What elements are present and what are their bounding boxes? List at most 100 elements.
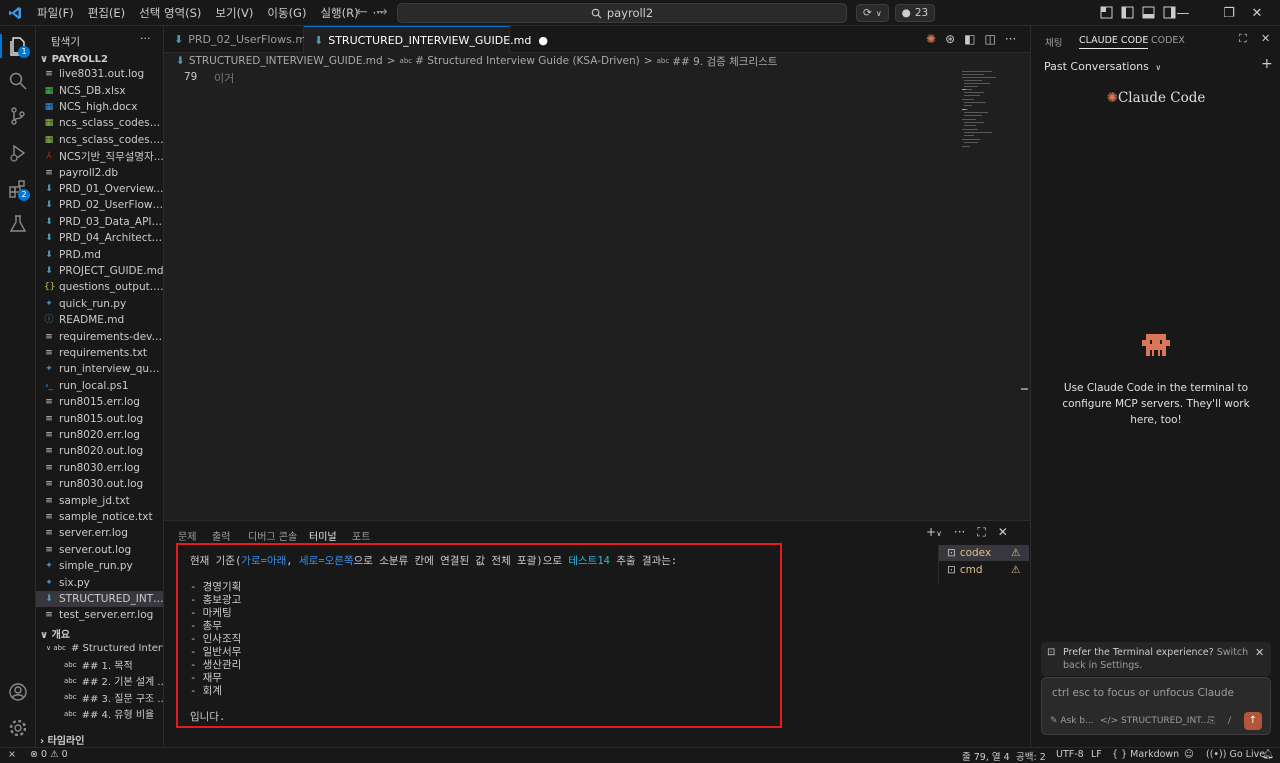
outline-item[interactable]: abc ## 4. 유형 비율 xyxy=(36,706,163,722)
maximize-icon[interactable]: ⛶ xyxy=(1239,32,1247,46)
menu-go[interactable]: 이동(G) xyxy=(260,0,313,26)
code-line[interactable]: 이거 xyxy=(214,70,234,86)
file-item[interactable]: ✦ simple_run.py xyxy=(36,558,163,574)
file-item[interactable]: ⬇ PRD_01_Overview.md xyxy=(36,181,163,197)
testing-flask-icon[interactable] xyxy=(8,214,28,234)
file-item[interactable]: ▦ ncs_sclass_codes_with... xyxy=(36,115,163,131)
file-item[interactable]: ≡ requirements-dev.txt xyxy=(36,328,163,344)
editor-scrollbar[interactable] xyxy=(1018,69,1028,516)
menu-file[interactable]: 파일(F) xyxy=(30,0,81,26)
panel-tab-debug-console[interactable]: 디버그 콘솔 xyxy=(248,528,297,543)
panel-tab-ports[interactable]: 포트 xyxy=(352,528,370,543)
prompt-input[interactable]: ctrl esc to focus or unfocus Claude xyxy=(1052,687,1234,699)
file-item[interactable]: ▦ ncs_sclass_codes.csv xyxy=(36,132,163,148)
file-item[interactable]: ≡ run8015.out.log xyxy=(36,410,163,426)
terminal-item-cmd[interactable]: ⊡ cmd ⚠ xyxy=(939,562,1029,578)
file-item[interactable]: ≡ test_server.err.log xyxy=(36,607,163,623)
claude-prompt-box[interactable]: ctrl esc to focus or unfocus Claude ✎ As… xyxy=(1041,677,1271,735)
file-item[interactable]: ≡ requirements.txt xyxy=(36,345,163,361)
file-item[interactable]: ⅄ NCS기반_직무설명자... xyxy=(36,148,163,164)
file-item[interactable]: ✦ quick_run.py xyxy=(36,296,163,312)
file-item[interactable]: ✦ run_interview_questio... xyxy=(36,361,163,377)
close-notice-icon[interactable]: ✕ xyxy=(1255,646,1264,659)
terminal-output-highlight[interactable]: 현재 기준(가로=아래, 세로=오른쪽으로 소분류 칸에 연결된 값 전체 포괄… xyxy=(176,543,782,728)
close-icon[interactable]: ✕ xyxy=(1261,32,1270,45)
problems-status[interactable]: ⊗ 0 ⚠ 0 xyxy=(30,749,68,760)
file-item[interactable]: ≡ run8020.out.log xyxy=(36,443,163,459)
new-terminal-icon[interactable]: +∨ xyxy=(926,525,942,540)
panel-tab-problems[interactable]: 문제 xyxy=(178,528,196,543)
project-folder-header[interactable]: ∨ PAYROLL2 xyxy=(40,54,108,65)
tab-claude-code[interactable]: CLAUDE CODE xyxy=(1079,35,1149,49)
file-item[interactable]: ≡ payroll2.db xyxy=(36,164,163,180)
close-window-button[interactable]: ✕ xyxy=(1234,0,1280,26)
unsaved-dot-icon[interactable]: ● xyxy=(538,34,548,47)
copilot-button[interactable]: ⟳ ∨ xyxy=(856,4,889,22)
layout-custom-icon[interactable] xyxy=(1100,6,1113,19)
file-item[interactable]: ⬇ PRD.md xyxy=(36,246,163,262)
scroll-thumb[interactable] xyxy=(1021,388,1028,390)
toggle-sidebar-icon[interactable] xyxy=(1121,6,1134,19)
command-center-search[interactable]: payroll2 xyxy=(397,3,847,23)
back-arrow-icon[interactable]: ← xyxy=(356,4,368,20)
menu-edit[interactable]: 편집(E) xyxy=(81,0,132,26)
indentation[interactable]: 공백: 2 xyxy=(1016,749,1046,763)
file-item[interactable]: ▦ NCS_high.docx xyxy=(36,99,163,115)
more-actions-icon[interactable]: ··· xyxy=(1005,32,1016,46)
outline-item[interactable]: ∨ abc # Structured Interv... xyxy=(36,640,163,656)
file-item[interactable]: {} questions_output.json xyxy=(36,279,163,295)
go-live-button[interactable]: ((•)) Go Live xyxy=(1206,749,1265,760)
remote-icon[interactable]: ⨯ xyxy=(8,749,16,760)
breadcrumb-heading-1[interactable]: # Structured Interview Guide (KSA-Driven… xyxy=(415,55,640,67)
maximize-panel-icon[interactable]: ⛶ xyxy=(977,525,985,540)
send-button[interactable]: ↑ xyxy=(1244,712,1262,730)
encoding[interactable]: UTF-8 xyxy=(1056,749,1084,760)
file-item[interactable]: ⓘ README.md xyxy=(36,312,163,328)
current-file-chip[interactable]: </> STRUCTURED_INT... xyxy=(1100,716,1209,726)
file-item[interactable]: ⬇ STRUCTURED_INTERVI... xyxy=(36,590,163,608)
menu-view[interactable]: 보기(V) xyxy=(208,0,260,26)
panel-tab-output[interactable]: 출력 xyxy=(212,528,230,543)
tab-codex[interactable]: CODEX xyxy=(1151,35,1185,46)
more-actions-icon[interactable]: ··· xyxy=(954,525,965,540)
tab-prd-userflows[interactable]: ⬇ PRD_02_UserFlows.md xyxy=(164,26,313,53)
notifications-bell-icon[interactable]: 🔔︎ xyxy=(1262,749,1274,760)
claude-spark-icon[interactable]: ✺ xyxy=(926,32,936,46)
outline-item[interactable]: abc ## 1. 목적 xyxy=(36,656,163,673)
file-item[interactable]: ≡ live8031.out.log xyxy=(36,66,163,82)
file-item[interactable]: ≡ run8020.err.log xyxy=(36,427,163,443)
new-conversation-button[interactable]: + xyxy=(1261,56,1273,72)
code-editor[interactable]: 79 이거 xyxy=(164,69,1030,516)
attach-file-icon[interactable]: ⎘ xyxy=(1208,716,1215,726)
tab-structured-guide[interactable]: ⬇ STRUCTURED_INTERVIEW_GUIDE.md ● xyxy=(304,26,548,53)
outline-section-header[interactable]: ∨ 개요 xyxy=(40,626,70,641)
file-item[interactable]: ≡ sample_notice.txt xyxy=(36,509,163,525)
settings-gear-icon[interactable] xyxy=(8,718,28,738)
open-preview-icon[interactable]: ◧ xyxy=(964,32,975,46)
run-debug-icon[interactable] xyxy=(8,143,28,163)
close-panel-icon[interactable]: ✕ xyxy=(998,525,1008,540)
eol[interactable]: LF xyxy=(1091,749,1102,760)
breadcrumb-file[interactable]: STRUCTURED_INTERVIEW_GUIDE.md xyxy=(189,55,383,67)
language-mode[interactable]: { } Markdown xyxy=(1112,749,1179,760)
menu-selection[interactable]: 선택 영역(S) xyxy=(132,0,208,26)
more-actions-button[interactable]: ··· xyxy=(140,32,151,45)
ask-mode-button[interactable]: ✎ Ask b... xyxy=(1050,716,1094,726)
file-item[interactable]: ›_ run_local.ps1 xyxy=(36,378,163,394)
timeline-section-header[interactable]: › 타임라인 xyxy=(40,732,84,747)
outline-item[interactable]: abc ## 2. 기본 설계 ... xyxy=(36,673,163,689)
file-item[interactable]: ≡ run8015.err.log xyxy=(36,394,163,410)
file-item[interactable]: ≡ run8030.out.log xyxy=(36,476,163,492)
cursor-position[interactable]: 줄 79, 열 4 xyxy=(962,749,1010,763)
split-editor-icon[interactable]: ◫ xyxy=(984,32,995,46)
slash-command-button[interactable]: / xyxy=(1228,716,1231,726)
outline-item[interactable]: abc ## 3. 질문 구조 ... xyxy=(36,689,163,705)
file-item[interactable]: ⬇ PRD_02_UserFlows.md xyxy=(36,197,163,213)
copilot-status-icon[interactable]: ☺ xyxy=(1184,749,1194,760)
file-item[interactable]: ≡ run8030.err.log xyxy=(36,460,163,476)
file-item[interactable]: ≡ sample_jd.txt xyxy=(36,492,163,508)
search-icon[interactable] xyxy=(8,71,28,91)
past-conversations-dropdown[interactable]: Past Conversations ∨ xyxy=(1044,60,1161,73)
toggle-panel-icon[interactable] xyxy=(1142,6,1155,19)
tab-chat[interactable]: 채팅 xyxy=(1045,35,1062,49)
